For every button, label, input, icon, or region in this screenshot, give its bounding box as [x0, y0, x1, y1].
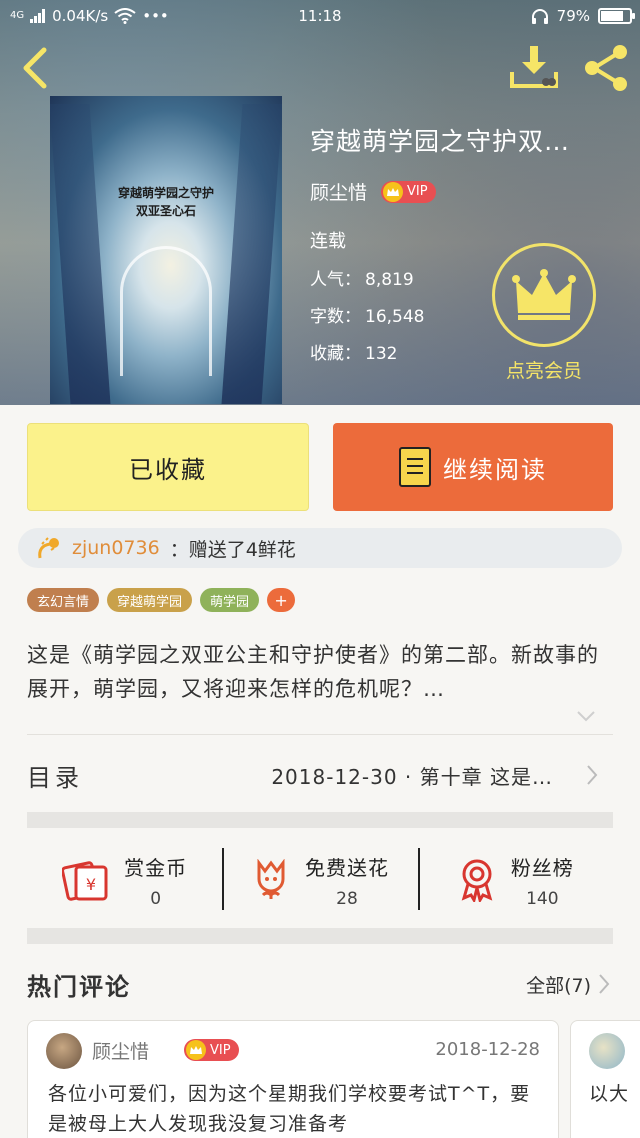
flower-icon	[257, 859, 285, 899]
book-title: 穿越萌学园之守护双…	[310, 127, 571, 156]
tag-item[interactable]: 萌学园	[200, 588, 260, 612]
latest-chapter: 2018-12-30 · 第十章 这是…	[271, 764, 553, 789]
serial-status: 连载	[310, 231, 346, 252]
crown-icon	[383, 181, 404, 202]
flower-notice-icon	[38, 537, 59, 559]
fan-ranking-count: 140	[526, 888, 559, 909]
comment-card[interactable]: 顾尘惜 VIP 2018-12-28 各位小可爱们，因为这个星期我们学校要考试T…	[27, 1020, 559, 1138]
free-flower-count: 28	[336, 888, 358, 909]
book-header: 4G 0.04K/s ••• 11:18 79% 穿越萌学园之守护 双亚圣心石 …	[0, 0, 640, 405]
medal-icon	[461, 859, 493, 902]
fan-ranking-button[interactable]: 粉丝榜 140	[417, 832, 613, 928]
svg-text:¥: ¥	[86, 875, 96, 894]
divider	[27, 734, 613, 735]
hot-comments-title: 热门评论	[27, 972, 131, 1001]
download-button[interactable]	[508, 42, 560, 92]
crown-icon	[512, 269, 576, 320]
reward-coins-count: 0	[150, 888, 162, 909]
chevron-left-icon	[23, 47, 47, 89]
red-envelope-icon: ¥	[62, 861, 108, 901]
book-author[interactable]: 顾尘惜	[310, 178, 367, 205]
comment-date: 2018-12-28	[435, 1039, 540, 1060]
headphones-icon	[531, 9, 548, 24]
toc-label: 目录	[27, 763, 83, 792]
member-label[interactable]: 点亮会员	[486, 356, 602, 383]
fan-ranking-label: 粉丝榜	[510, 855, 574, 880]
support-row: ¥ 赏金币 0 免费送花 28 粉丝榜 140	[27, 832, 613, 928]
chevron-right-icon	[587, 765, 598, 785]
gift-notice[interactable]: zjun0736 ：赠送了4鲜花	[18, 528, 622, 568]
free-flower-button[interactable]: 免费送花 28	[222, 832, 417, 928]
share-button[interactable]	[580, 42, 632, 92]
member-button[interactable]	[492, 243, 596, 347]
gift-user[interactable]: zjun0736	[72, 537, 160, 559]
continue-reading-button[interactable]: 继续阅读	[333, 423, 613, 511]
add-tag-button[interactable]: +	[267, 588, 296, 612]
book-description: 这是《萌学园之双亚公主和守护使者》的第二部。新故事的展开，萌学园，又将迎来怎样的…	[27, 643, 599, 701]
comment-text: 各位小可爱们，因为这个星期我们学校要考试T^T，要是被母上大人发现我没复习准备考	[48, 1083, 531, 1135]
book-icon	[399, 447, 431, 487]
reward-coins-label: 赏金币	[124, 855, 188, 880]
tag-item[interactable]: 穿越萌学园	[107, 588, 193, 612]
download-icon	[510, 46, 558, 88]
avatar[interactable]	[46, 1033, 82, 1069]
hot-comments-header: 热门评论 全部(7)	[27, 964, 613, 1004]
back-button[interactable]	[16, 42, 56, 92]
share-icon	[585, 45, 627, 91]
vip-badge: VIP	[381, 180, 436, 203]
vip-badge: VIP	[184, 1039, 239, 1061]
book-cover[interactable]: 穿越萌学园之守护 双亚圣心石	[50, 96, 282, 404]
collected-button[interactable]: 已收藏	[27, 423, 309, 511]
chevron-down-icon	[577, 711, 595, 722]
section-separator	[27, 812, 613, 828]
reward-coins-button[interactable]: ¥ 赏金币 0	[27, 832, 222, 928]
crown-icon	[186, 1040, 206, 1060]
table-of-contents-row[interactable]: 目录 2018-12-30 · 第十章 这是…	[27, 737, 613, 813]
section-separator	[27, 928, 613, 944]
battery-icon	[598, 8, 635, 24]
free-flower-label: 免费送花	[304, 855, 389, 880]
comment-author[interactable]: 顾尘惜	[92, 1037, 149, 1064]
gift-message: ：赠送了4鲜花	[169, 538, 296, 561]
comment-card[interactable]: 以大	[570, 1020, 640, 1138]
avatar[interactable]	[589, 1033, 625, 1069]
cover-title: 穿越萌学园之守护 双亚圣心石	[117, 186, 214, 218]
tag-list: 玄幻言情 穿越萌学园 萌学园 +	[27, 588, 296, 612]
battery-percent: 79%	[556, 7, 590, 25]
chevron-right-icon	[599, 974, 610, 994]
continue-reading-label: 继续阅读	[443, 455, 547, 484]
status-bar: 4G 0.04K/s ••• 11:18 79%	[0, 0, 640, 32]
tag-item[interactable]: 玄幻言情	[27, 588, 100, 612]
expand-description-button[interactable]	[576, 708, 596, 727]
all-comments-link[interactable]: 全部(7)	[526, 971, 591, 998]
comment-text: 以大	[589, 1083, 630, 1105]
